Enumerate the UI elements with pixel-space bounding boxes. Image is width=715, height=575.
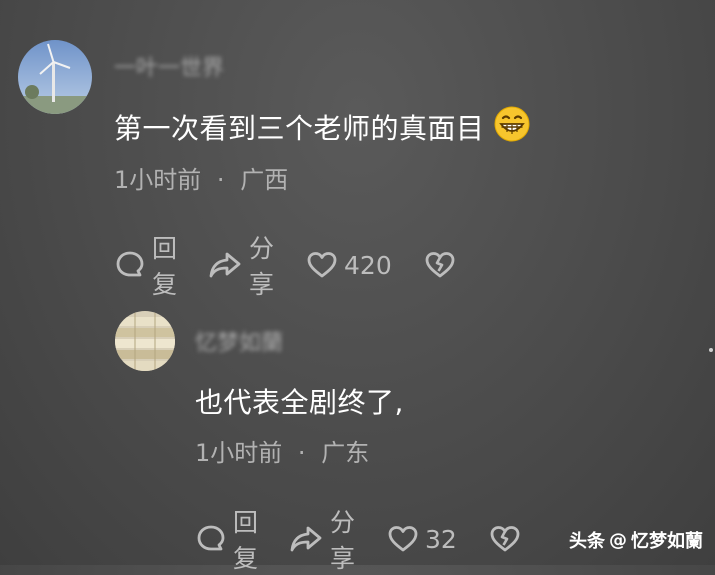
- reply-label: 回复: [233, 508, 259, 573]
- share-button[interactable]: 分享: [207, 229, 274, 301]
- meta-separator: ·: [297, 439, 306, 467]
- timestamp: 1小时前: [114, 166, 202, 194]
- comment-meta: 1小时前 · 广东: [195, 433, 369, 468]
- username[interactable]: 忆梦如蘭: [195, 325, 283, 357]
- like-button[interactable]: 32: [387, 523, 457, 555]
- dislike-button[interactable]: [489, 523, 521, 555]
- grinning-face-icon: [494, 106, 530, 149]
- share-label: 分享: [249, 234, 275, 299]
- like-count: 420: [344, 250, 392, 280]
- comment-actions: 回复 分享 420: [114, 229, 456, 301]
- watermark: 头条 @ 忆梦如蘭: [569, 527, 703, 553]
- broken-heart-icon: [424, 249, 456, 281]
- heart-icon: [306, 249, 338, 281]
- username[interactable]: 一叶一世界: [114, 50, 224, 82]
- reply-button[interactable]: 回复: [195, 503, 258, 575]
- reply-icon: [114, 249, 146, 281]
- like-count: 32: [425, 524, 457, 554]
- share-label: 分享: [330, 508, 356, 573]
- broken-heart-icon: [489, 523, 521, 555]
- comment-text: 也代表全剧终了,: [195, 386, 404, 419]
- scroll-indicator[interactable]: [709, 348, 713, 352]
- location: 广西: [240, 166, 289, 194]
- like-button[interactable]: 420: [306, 249, 392, 281]
- reply-button[interactable]: 回复: [114, 229, 177, 301]
- dislike-button[interactable]: [424, 249, 456, 281]
- watermark-author: 忆梦如蘭: [631, 531, 703, 552]
- avatar[interactable]: [18, 40, 92, 114]
- reply-label: 回复: [152, 234, 178, 299]
- avatar[interactable]: [115, 311, 175, 371]
- comment-text: 第一次看到三个老师的真面目: [114, 106, 530, 149]
- share-button[interactable]: 分享: [288, 503, 355, 575]
- location: 广东: [321, 439, 370, 467]
- timestamp: 1小时前: [195, 439, 283, 467]
- meta-separator: ·: [216, 166, 225, 194]
- comment-actions: 回复 分享 32: [195, 503, 521, 575]
- comment-meta: 1小时前 · 广西: [114, 160, 288, 195]
- share-icon: [207, 249, 243, 281]
- reply-icon: [195, 523, 227, 555]
- share-icon: [288, 523, 324, 555]
- heart-icon: [387, 523, 419, 555]
- watermark-platform: 头条: [569, 531, 605, 552]
- watermark-at: @: [609, 529, 627, 551]
